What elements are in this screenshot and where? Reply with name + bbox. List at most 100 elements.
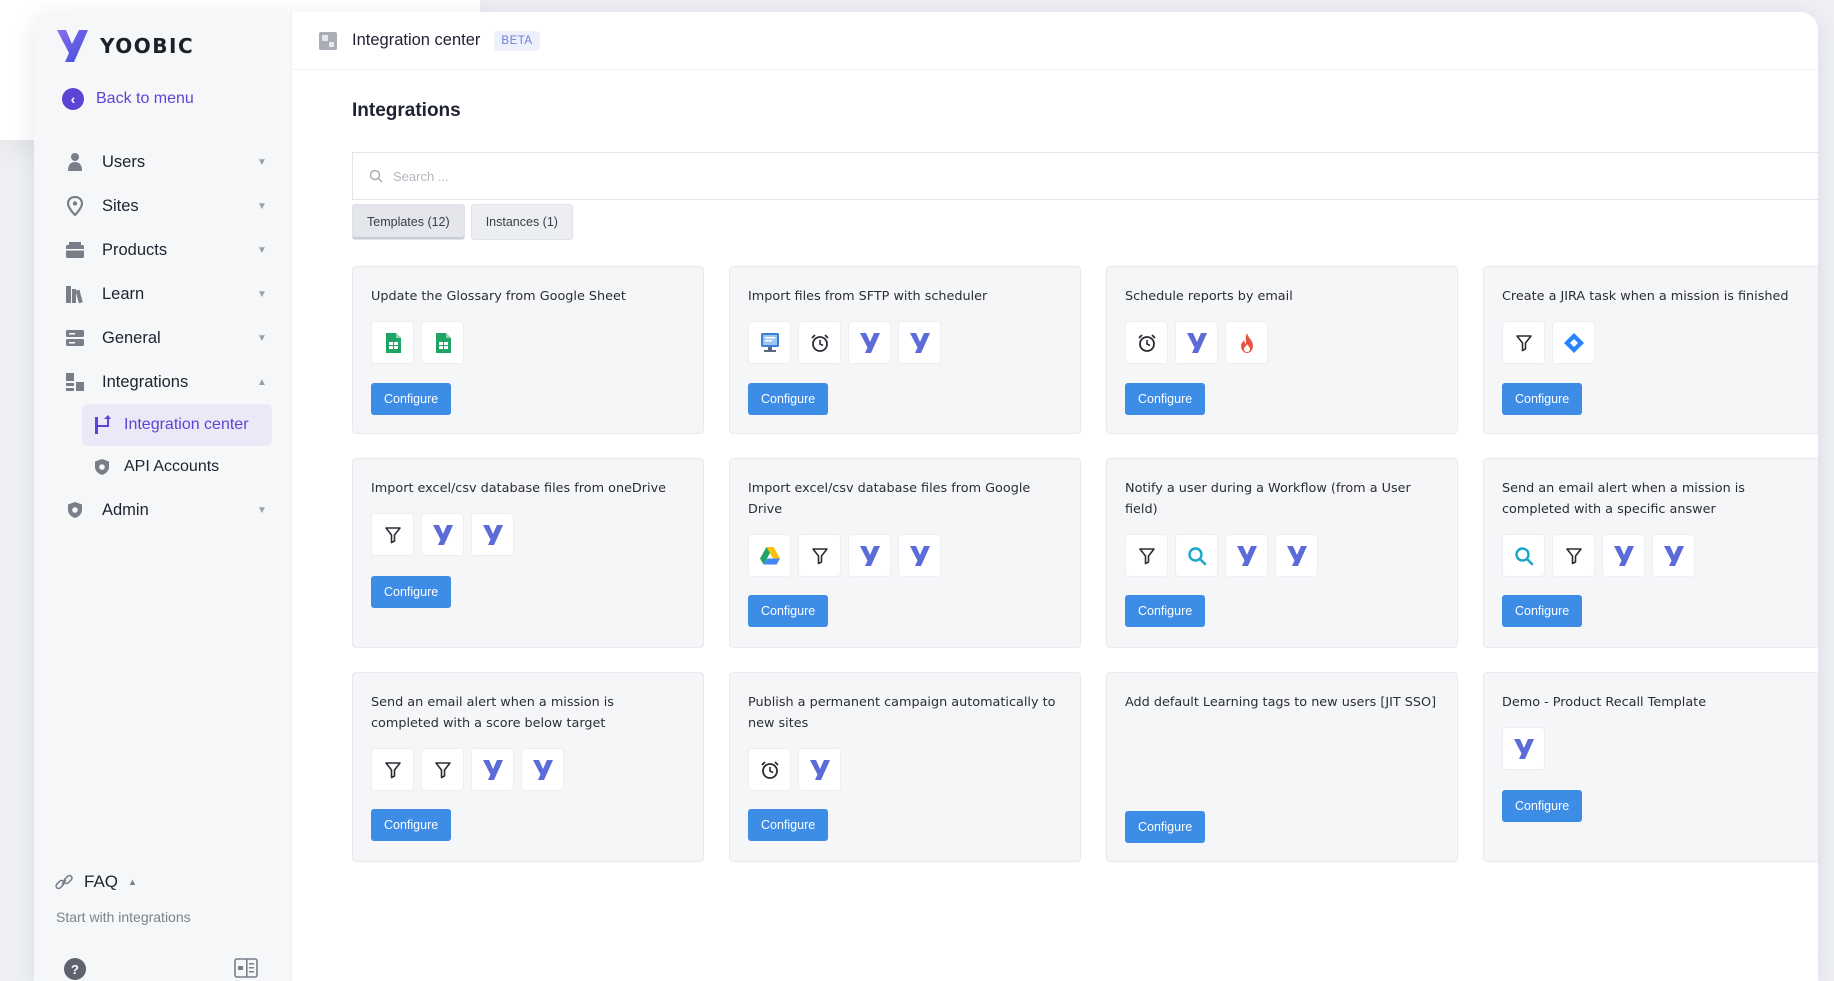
card-title: Update the Glossary from Google Sheet [371, 289, 626, 304]
card-title: Add default Learning tags to new users [… [1125, 695, 1437, 710]
section-title: Integrations [352, 100, 461, 121]
flame-icon [1225, 321, 1268, 364]
yoobic-icon [898, 321, 941, 364]
faq-subtitle[interactable]: Start with integrations [56, 909, 191, 925]
sidebar-item-label: API Accounts [124, 458, 220, 475]
search-input[interactable] [393, 168, 793, 184]
help-icon[interactable]: ? [64, 958, 86, 980]
topbar: Integration center BETA [292, 12, 1818, 70]
shield-icon [92, 457, 112, 477]
card-title: Send an email alert when a mission is co… [1502, 481, 1745, 517]
yoobic-icon [1225, 534, 1268, 577]
configure-button[interactable]: Configure [1125, 811, 1206, 843]
configure-button[interactable]: Configure [371, 383, 452, 415]
tab-templates[interactable]: Templates (12) [352, 204, 465, 240]
sidebar-item-learn[interactable]: Learn ▼ [54, 272, 280, 316]
logo[interactable]: YOOBIC [54, 26, 194, 66]
chevron-down-icon: ▼ [257, 200, 267, 212]
integration-icons [1502, 534, 1816, 577]
sftp-server-icon [748, 321, 791, 364]
integration-icons [371, 513, 685, 556]
template-card: Publish a permanent campaign automatical… [729, 672, 1081, 862]
sidebar-item-label: General [102, 328, 161, 347]
back-to-menu-label: Back to menu [96, 90, 194, 107]
integrations-icon [64, 371, 86, 393]
configure-button[interactable]: Configure [371, 576, 452, 608]
tab-instances[interactable]: Instances (1) [470, 204, 573, 240]
google-sheets-icon [421, 321, 464, 364]
books-icon [64, 283, 86, 305]
sidebar-item-label: Integrations [102, 372, 189, 391]
back-to-menu-link[interactable]: ‹ Back to menu [62, 88, 194, 110]
sidebar-item-admin[interactable]: Admin ▼ [54, 488, 280, 532]
sidebar-item-sites[interactable]: Sites ▼ [54, 184, 280, 228]
shield-icon [64, 499, 86, 521]
sidebar-item-users[interactable]: Users ▼ [54, 140, 280, 184]
tab-bar: Templates (12) Instances (1) [352, 204, 573, 240]
search-icon [1502, 534, 1545, 577]
yoobic-icon [798, 748, 841, 791]
sidebar-item-products[interactable]: Products ▼ [54, 228, 280, 272]
card-title: Import excel/csv database files from Goo… [748, 481, 1031, 517]
yoobic-icon [521, 748, 564, 791]
sidebar-item-integrations[interactable]: Integrations ▲ [54, 360, 280, 404]
integration-icons [748, 321, 1062, 364]
card-title: Notify a user during a Workflow (from a … [1125, 481, 1411, 517]
filter-icon [1502, 321, 1545, 364]
location-pin-icon [64, 195, 86, 217]
faq-label: FAQ [84, 872, 119, 891]
google-sheets-icon [371, 321, 414, 364]
integration-center-icon [92, 415, 112, 435]
configure-button[interactable]: Configure [1125, 595, 1206, 627]
collapse-sidebar-icon[interactable] [234, 958, 258, 978]
sidebar-item-integration-center[interactable]: Integration center [82, 404, 272, 446]
configure-button[interactable]: Configure [371, 809, 452, 841]
configure-button[interactable]: Configure [1502, 383, 1583, 415]
sidebar-item-label: Learn [102, 284, 145, 303]
chevron-down-icon: ▼ [257, 332, 267, 344]
configure-button[interactable]: Configure [748, 595, 829, 627]
configure-button[interactable]: Configure [1502, 595, 1583, 627]
template-card: Schedule reports by email Configure [1106, 266, 1458, 434]
filter-icon [371, 513, 414, 556]
card-title: Send an email alert when a mission is co… [371, 695, 614, 731]
yoobic-icon [1652, 534, 1695, 577]
back-arrow-icon: ‹ [62, 88, 84, 110]
filter-icon [1125, 534, 1168, 577]
chevron-up-icon: ▲ [128, 877, 137, 887]
sidebar-item-api-accounts[interactable]: API Accounts [82, 446, 272, 488]
chevron-down-icon: ▼ [257, 156, 267, 168]
configure-button[interactable]: Configure [1125, 383, 1206, 415]
template-card: Send an email alert when a mission is co… [352, 672, 704, 862]
configure-button[interactable]: Configure [748, 809, 829, 841]
page-title: Integration center [352, 31, 481, 49]
yoobic-icon [1175, 321, 1218, 364]
integration-icons [748, 534, 1062, 577]
sidebar-nav: Users ▼ Sites ▼ Products ▼ Learn ▼ Gener… [54, 140, 280, 532]
template-card: Update the Glossary from Google Sheet Con… [352, 266, 704, 434]
faq-toggle[interactable]: FAQ ▲ [54, 872, 137, 892]
configure-button[interactable]: Configure [1502, 790, 1583, 822]
integration-icons [1502, 727, 1816, 770]
template-card: Import excel/csv database files from one… [352, 458, 704, 648]
beta-badge: BETA [494, 30, 540, 51]
yoobic-icon [421, 513, 464, 556]
sidebar-item-label: Users [102, 152, 146, 171]
sidebar-item-label: Integration center [124, 416, 249, 433]
alarm-clock-icon [748, 748, 791, 791]
chevron-down-icon: ▼ [257, 504, 267, 516]
template-card: Create a JIRA task when a mission is fin… [1483, 266, 1818, 434]
configure-button[interactable]: Configure [748, 383, 829, 415]
card-title: Schedule reports by email [1125, 289, 1293, 304]
yoobic-icon [1602, 534, 1645, 577]
app-window: YOOBIC ‹ Back to menu Users ▼ Sites ▼ Pr… [34, 12, 1818, 981]
yoobic-icon [1502, 727, 1545, 770]
sidebar-item-label: Products [102, 240, 168, 259]
sidebar-item-general[interactable]: General ▼ [54, 316, 280, 360]
jira-icon [1552, 321, 1595, 364]
integration-icons [748, 748, 1062, 791]
card-title: Publish a permanent campaign automatical… [748, 695, 1056, 731]
template-card: Notify a user during a Workflow (from a … [1106, 458, 1458, 648]
link-icon [55, 874, 73, 890]
sidebar-item-label: Admin [102, 500, 149, 519]
